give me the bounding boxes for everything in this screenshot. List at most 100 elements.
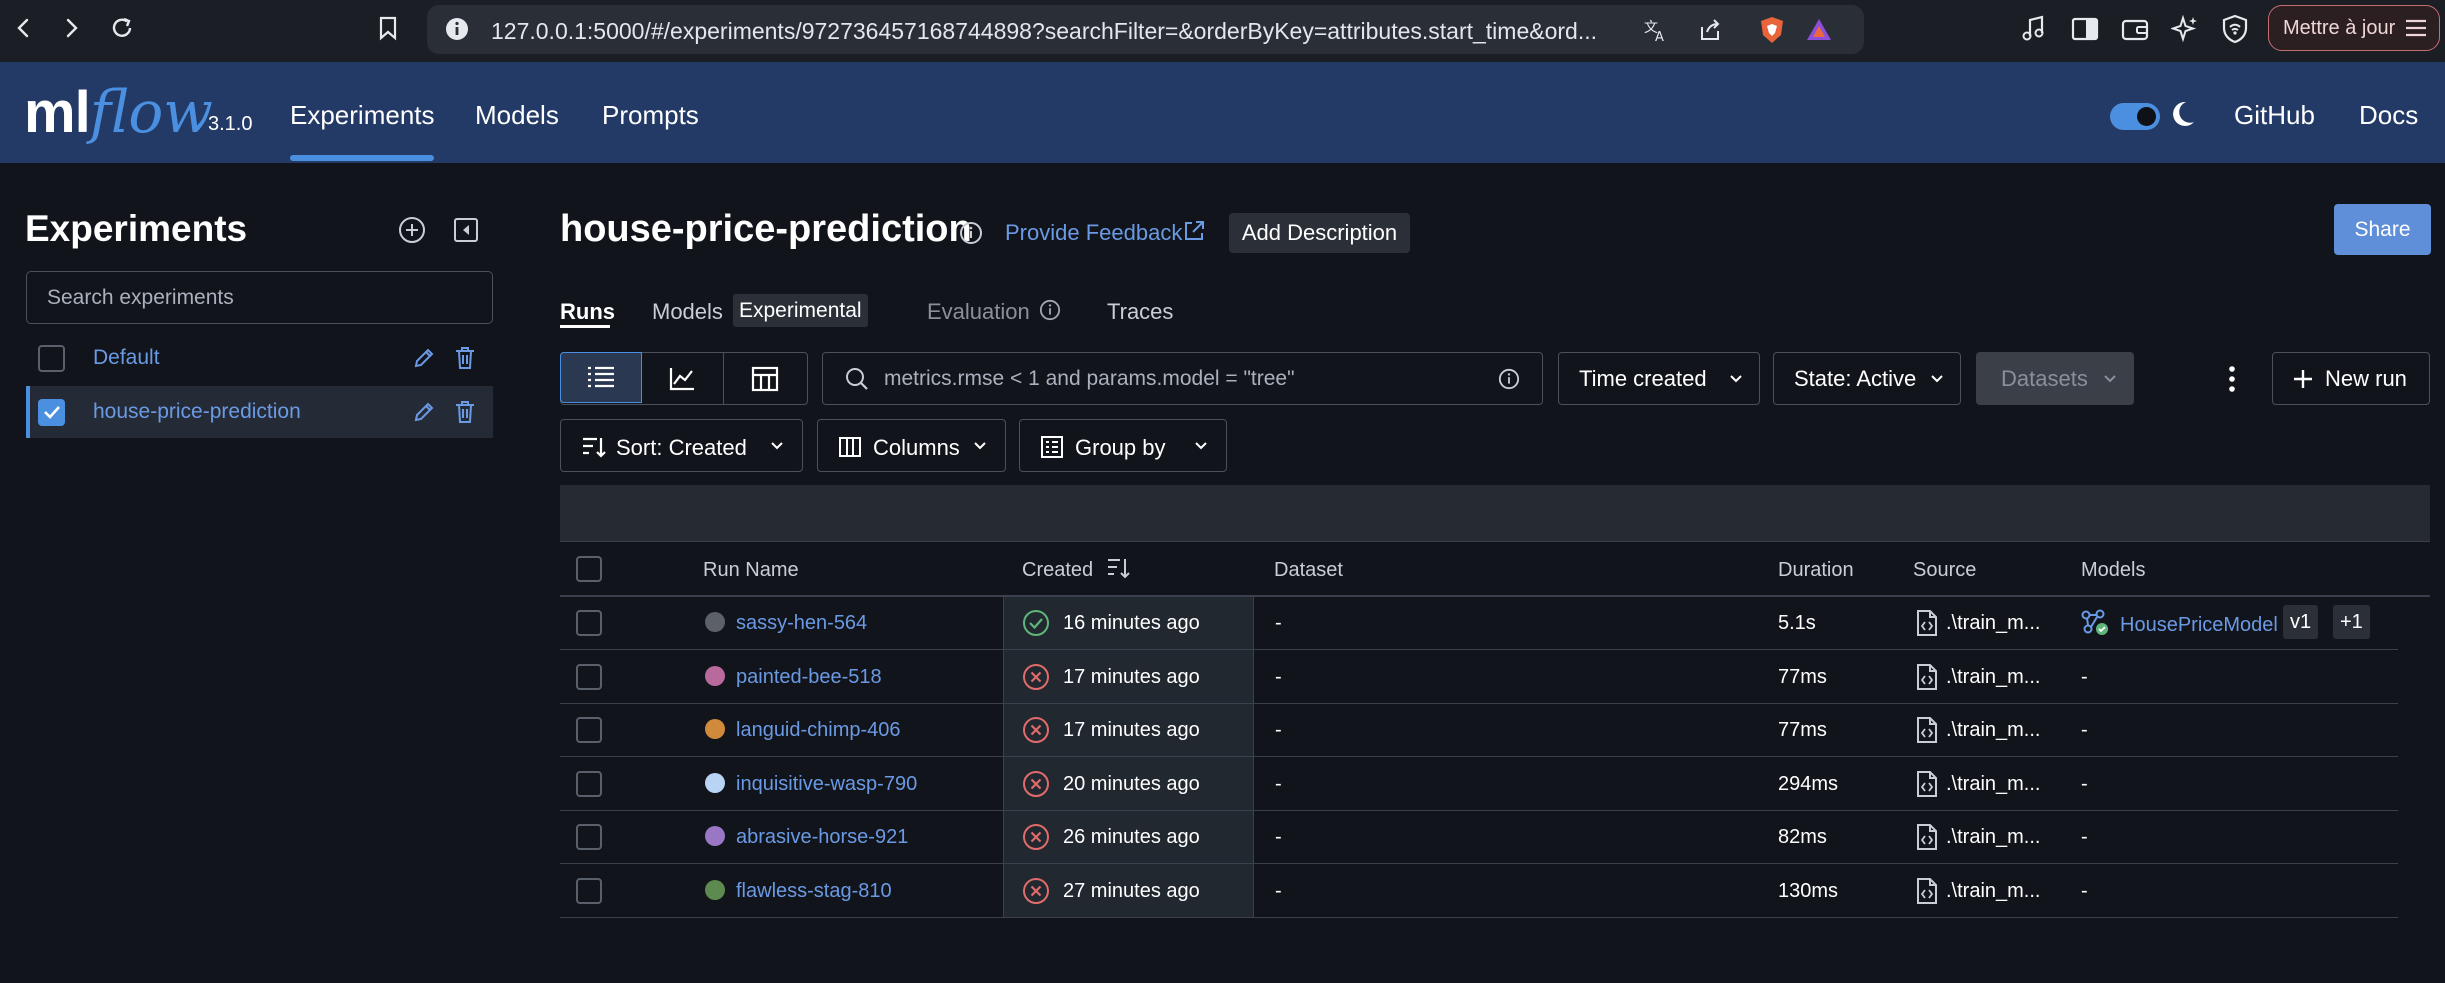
- sidebar-toggle-icon[interactable]: [2068, 12, 2102, 46]
- mlflow-logo[interactable]: ml flow: [24, 78, 213, 148]
- tab-models[interactable]: Models: [652, 299, 723, 325]
- create-experiment-icon[interactable]: [396, 214, 428, 246]
- table-view-button[interactable]: [724, 353, 806, 404]
- tab-evaluation[interactable]: Evaluation: [927, 299, 1030, 325]
- table-row[interactable]: inquisitive-wasp-790 20 minutes ago - 294ms…: [560, 757, 2398, 811]
- tab-runs[interactable]: Runs: [560, 299, 615, 325]
- header-run-name[interactable]: Run Name: [703, 559, 799, 582]
- row-checkbox[interactable]: [576, 717, 602, 744]
- collapse-sidebar-icon[interactable]: [450, 214, 482, 246]
- header-created[interactable]: Created: [1022, 559, 1093, 582]
- run-name-link[interactable]: flawless-stag-810: [736, 880, 892, 903]
- model-link[interactable]: HousePriceModel: [2120, 614, 2278, 637]
- run-color-dot[interactable]: [705, 826, 725, 847]
- experiment-checkbox-checked[interactable]: [38, 398, 65, 426]
- back-icon[interactable]: [6, 10, 42, 46]
- time-created-dropdown[interactable]: Time created: [1558, 352, 1760, 405]
- header-source[interactable]: Source: [1913, 559, 1976, 582]
- run-color-dot[interactable]: [705, 880, 725, 900]
- share-button[interactable]: Share: [2334, 204, 2431, 255]
- delete-icon[interactable]: [451, 398, 479, 426]
- info-icon[interactable]: [959, 221, 983, 245]
- update-button[interactable]: Mettre à jour: [2268, 5, 2440, 51]
- run-color-dot[interactable]: [705, 719, 725, 740]
- created-cell[interactable]: 20 minutes ago: [1063, 773, 1200, 796]
- brave-shield-icon[interactable]: [1755, 13, 1789, 47]
- run-name-link[interactable]: abrasive-horse-921: [736, 826, 908, 849]
- created-cell[interactable]: 16 minutes ago: [1063, 612, 1200, 635]
- source-cell[interactable]: .\train_m...: [1946, 719, 2040, 742]
- site-info-icon[interactable]: [445, 17, 469, 41]
- columns-dropdown[interactable]: Columns: [817, 419, 1006, 472]
- source-cell[interactable]: .\train_m...: [1946, 826, 2040, 849]
- created-cell[interactable]: 26 minutes ago: [1063, 826, 1200, 849]
- row-checkbox[interactable]: [576, 878, 602, 904]
- chart-view-button[interactable]: [642, 353, 724, 404]
- dark-mode-toggle[interactable]: [2110, 103, 2160, 130]
- model-version-badge[interactable]: v1: [2283, 605, 2319, 639]
- forward-icon[interactable]: [53, 10, 89, 46]
- delete-icon[interactable]: [451, 344, 479, 372]
- source-cell[interactable]: .\train_m...: [1946, 773, 2040, 796]
- add-description-button[interactable]: Add Description: [1229, 213, 1410, 253]
- group-by-dropdown[interactable]: Group by: [1019, 419, 1227, 472]
- share-page-icon[interactable]: [1693, 13, 1727, 47]
- media-icon[interactable]: [2017, 12, 2051, 46]
- run-name-link[interactable]: languid-chimp-406: [736, 719, 901, 742]
- table-row[interactable]: abrasive-horse-921 26 minutes ago - 82ms .\t…: [560, 810, 2398, 865]
- row-checkbox[interactable]: [576, 610, 602, 636]
- select-all-checkbox[interactable]: [576, 556, 602, 582]
- edit-icon[interactable]: [410, 344, 438, 372]
- table-row[interactable]: sassy-hen-564 16 minutes ago - 5.1s .\train_…: [560, 596, 2398, 650]
- address-bar[interactable]: 127.0.0.1:5000/#/experiments/97273645716…: [427, 5, 1864, 54]
- row-checkbox[interactable]: [576, 663, 602, 690]
- vpn-icon[interactable]: [2218, 12, 2252, 46]
- datasets-dropdown[interactable]: Datasets: [1976, 352, 2134, 405]
- search-info-icon[interactable]: [1498, 368, 1520, 390]
- github-link[interactable]: GitHub: [2234, 100, 2315, 131]
- source-cell[interactable]: .\train_m...: [1946, 666, 2040, 689]
- list-view-button[interactable]: [559, 351, 642, 403]
- edit-icon[interactable]: [410, 398, 438, 426]
- experiment-item-default[interactable]: Default: [26, 332, 493, 384]
- translate-icon[interactable]: 文A: [1639, 13, 1673, 47]
- nav-experiments[interactable]: Experiments: [290, 100, 435, 131]
- reload-icon[interactable]: [104, 10, 140, 46]
- brave-rewards-icon[interactable]: [1802, 13, 1836, 47]
- docs-link[interactable]: Docs: [2359, 100, 2418, 131]
- run-color-dot[interactable]: [705, 772, 725, 793]
- experiment-item-house-price-prediction[interactable]: house-price-prediction: [26, 386, 493, 438]
- header-dataset[interactable]: Dataset: [1274, 559, 1343, 582]
- created-cell[interactable]: 27 minutes ago: [1063, 880, 1200, 903]
- run-name-link[interactable]: sassy-hen-564: [736, 612, 867, 635]
- run-name-link[interactable]: inquisitive-wasp-790: [736, 773, 917, 796]
- nav-models[interactable]: Models: [475, 100, 559, 131]
- leo-ai-icon[interactable]: [2168, 12, 2202, 46]
- tab-traces[interactable]: Traces: [1107, 299, 1173, 325]
- header-models[interactable]: Models: [2081, 559, 2145, 582]
- row-checkbox[interactable]: [576, 770, 602, 797]
- provide-feedback-link[interactable]: Provide Feedback: [1005, 220, 1182, 246]
- source-cell[interactable]: .\train_m...: [1946, 880, 2040, 903]
- state-dropdown[interactable]: State: Active: [1773, 352, 1961, 405]
- runs-search-input[interactable]: metrics.rmse < 1 and params.model = "tre…: [822, 352, 1543, 405]
- more-options-icon[interactable]: [2217, 359, 2247, 399]
- source-cell[interactable]: .\train_m...: [1946, 612, 2040, 635]
- header-duration[interactable]: Duration: [1778, 559, 1854, 582]
- row-checkbox[interactable]: [576, 824, 602, 851]
- created-cell[interactable]: 17 minutes ago: [1063, 719, 1200, 742]
- experiment-checkbox[interactable]: [38, 344, 65, 372]
- table-row[interactable]: painted-bee-518 17 minutes ago - 77ms .\trai…: [560, 650, 2398, 704]
- sort-dropdown[interactable]: Sort: Created: [560, 419, 803, 472]
- evaluation-info-icon[interactable]: [1039, 299, 1061, 321]
- more-models-badge[interactable]: +1: [2333, 605, 2370, 639]
- search-experiments-input[interactable]: [26, 271, 493, 324]
- wallet-icon[interactable]: [2118, 12, 2152, 46]
- run-color-dot[interactable]: [705, 612, 725, 632]
- bookmark-icon[interactable]: [370, 10, 406, 46]
- table-row[interactable]: languid-chimp-406 17 minutes ago - 77ms .\tr…: [560, 703, 2398, 758]
- nav-prompts[interactable]: Prompts: [602, 100, 699, 131]
- run-name-link[interactable]: painted-bee-518: [736, 666, 882, 689]
- sort-desc-icon[interactable]: [1106, 557, 1132, 579]
- created-cell[interactable]: 17 minutes ago: [1063, 666, 1200, 689]
